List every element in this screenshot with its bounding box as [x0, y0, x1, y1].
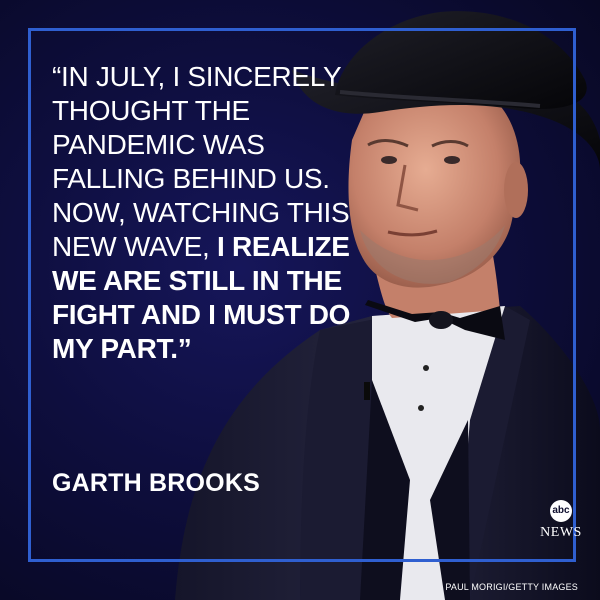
quote-text: “IN JULY, I SINCERELY THOUGHT THE PANDEM… [52, 60, 382, 366]
news-wordmark: NEWS [540, 525, 582, 540]
photo-credit: PAUL MORIGI/GETTY IMAGES [445, 582, 578, 592]
quote-attribution: GARTH BROOKS [52, 469, 260, 497]
quote-card: “IN JULY, I SINCERELY THOUGHT THE PANDEM… [0, 0, 600, 600]
abc-logo-mark: abc [550, 500, 572, 522]
abc-news-logo: abc NEWS [536, 500, 586, 541]
